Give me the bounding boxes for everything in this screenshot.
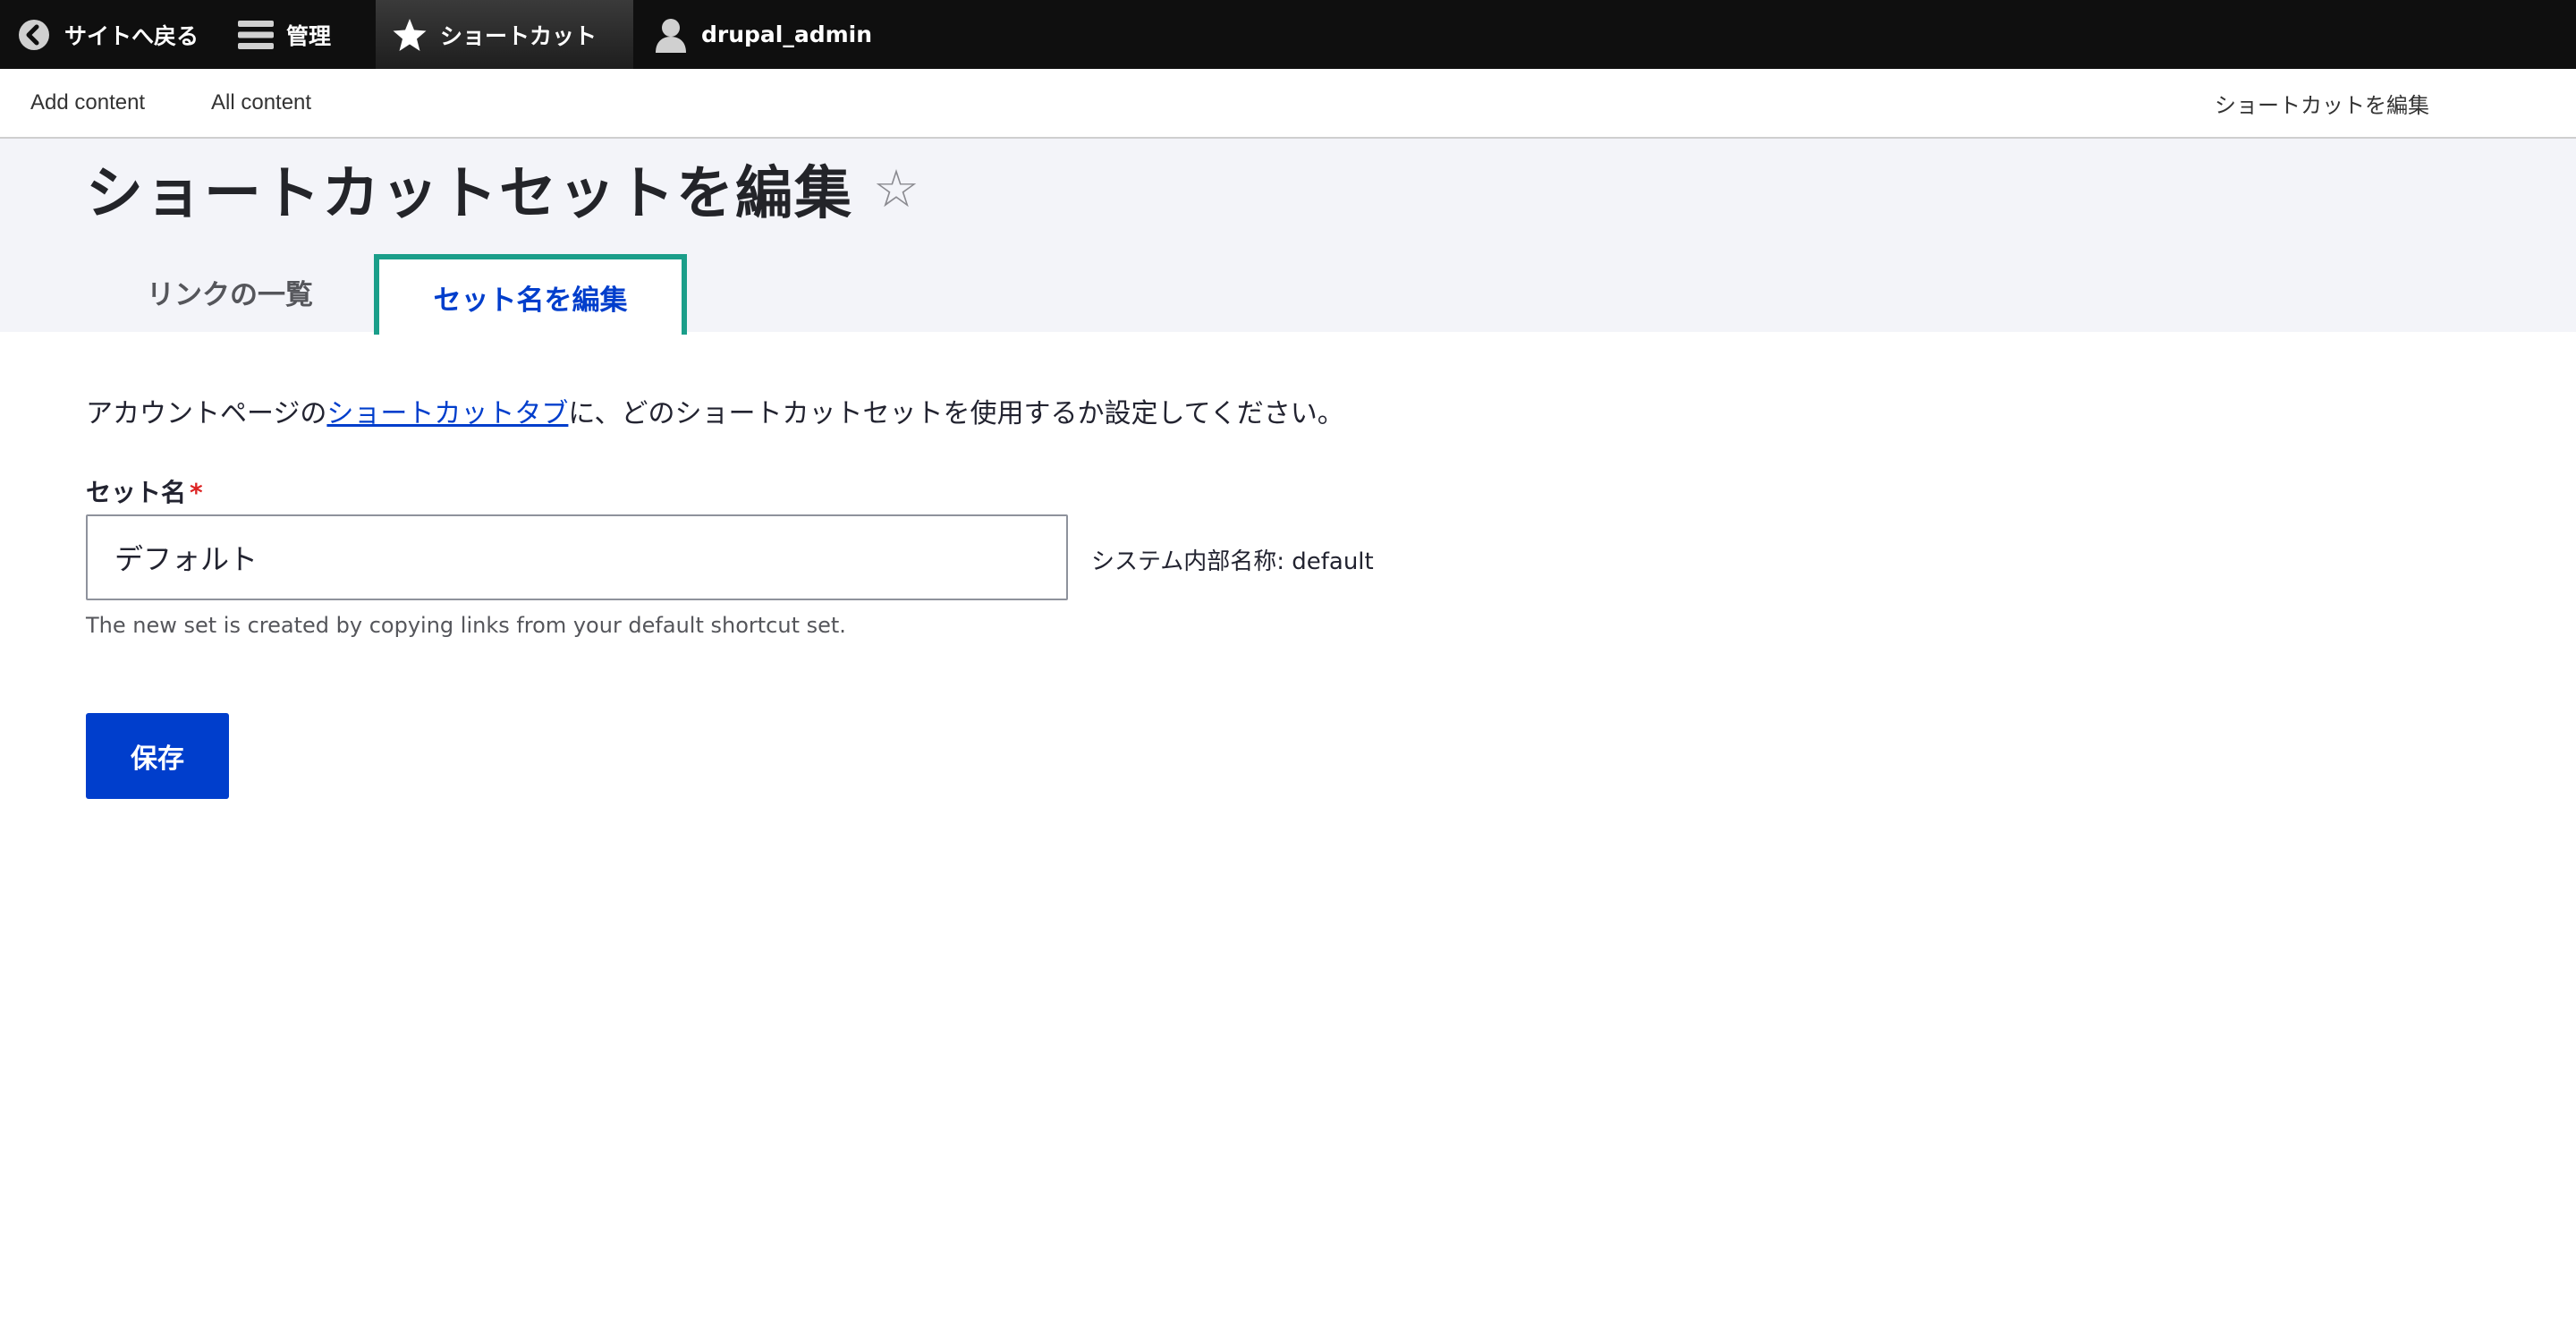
required-marker: * xyxy=(190,478,203,507)
page-header: ショートカットセットを編集 ☆ リンクの一覧 セット名を編集 xyxy=(0,139,2576,335)
page-title: ショートカットセットを編集 ☆ xyxy=(86,148,921,230)
chevron-left-circle-icon xyxy=(16,17,52,53)
back-to-site-link[interactable]: サイトへ戻る xyxy=(0,0,233,69)
manage-menu-tab[interactable]: 管理 xyxy=(233,0,376,69)
local-tabs: リンクの一覧 セット名を編集 xyxy=(86,251,687,335)
star-icon xyxy=(392,17,428,53)
shortcuts-tab-link[interactable]: ショートカットタブ xyxy=(326,398,568,429)
user-menu-tab[interactable]: drupal_admin xyxy=(633,0,902,69)
edit-shortcuts-link[interactable]: ショートカットを編集 xyxy=(2215,69,2429,137)
description-after: に、どのショートカットセットを使用するか設定してください。 xyxy=(568,398,1344,429)
page-title-text: ショートカットセットを編集 xyxy=(86,161,853,227)
shortcuts-tray: Add content All content ショートカットを編集 xyxy=(0,69,2576,139)
hamburger-menu-icon xyxy=(238,17,274,53)
shortcuts-tab[interactable]: ショートカット xyxy=(376,0,633,69)
machine-name-text: システム内部名称: default xyxy=(1091,548,1374,575)
add-to-shortcuts-star-icon[interactable]: ☆ xyxy=(873,158,921,219)
shortcuts-label: ショートカット xyxy=(440,22,597,49)
tray-link-all-content[interactable]: All content xyxy=(211,69,311,137)
tab-link-list[interactable]: リンクの一覧 xyxy=(86,251,374,332)
admin-toolbar: サイトへ戻る 管理 ショートカット drupal_admin xyxy=(0,0,2576,69)
description-before: アカウントページの xyxy=(86,398,327,429)
set-name-help-text: The new set is created by copying links … xyxy=(86,613,846,638)
set-name-label-text: セット名 xyxy=(86,478,187,507)
form-description: アカウントページのショートカットタブに、どのショートカットセットを使用するか設定… xyxy=(86,391,1344,430)
user-icon xyxy=(653,17,689,53)
back-to-site-label: サイトへ戻る xyxy=(64,22,199,49)
save-button[interactable]: 保存 xyxy=(86,713,229,799)
set-name-label: セット名 * xyxy=(86,473,203,509)
tab-edit-set-name[interactable]: セット名を編集 xyxy=(374,254,687,335)
set-name-input[interactable] xyxy=(86,514,1068,600)
user-label: drupal_admin xyxy=(701,21,873,47)
manage-label: 管理 xyxy=(286,22,332,49)
tray-link-add-content[interactable]: Add content xyxy=(30,69,145,137)
